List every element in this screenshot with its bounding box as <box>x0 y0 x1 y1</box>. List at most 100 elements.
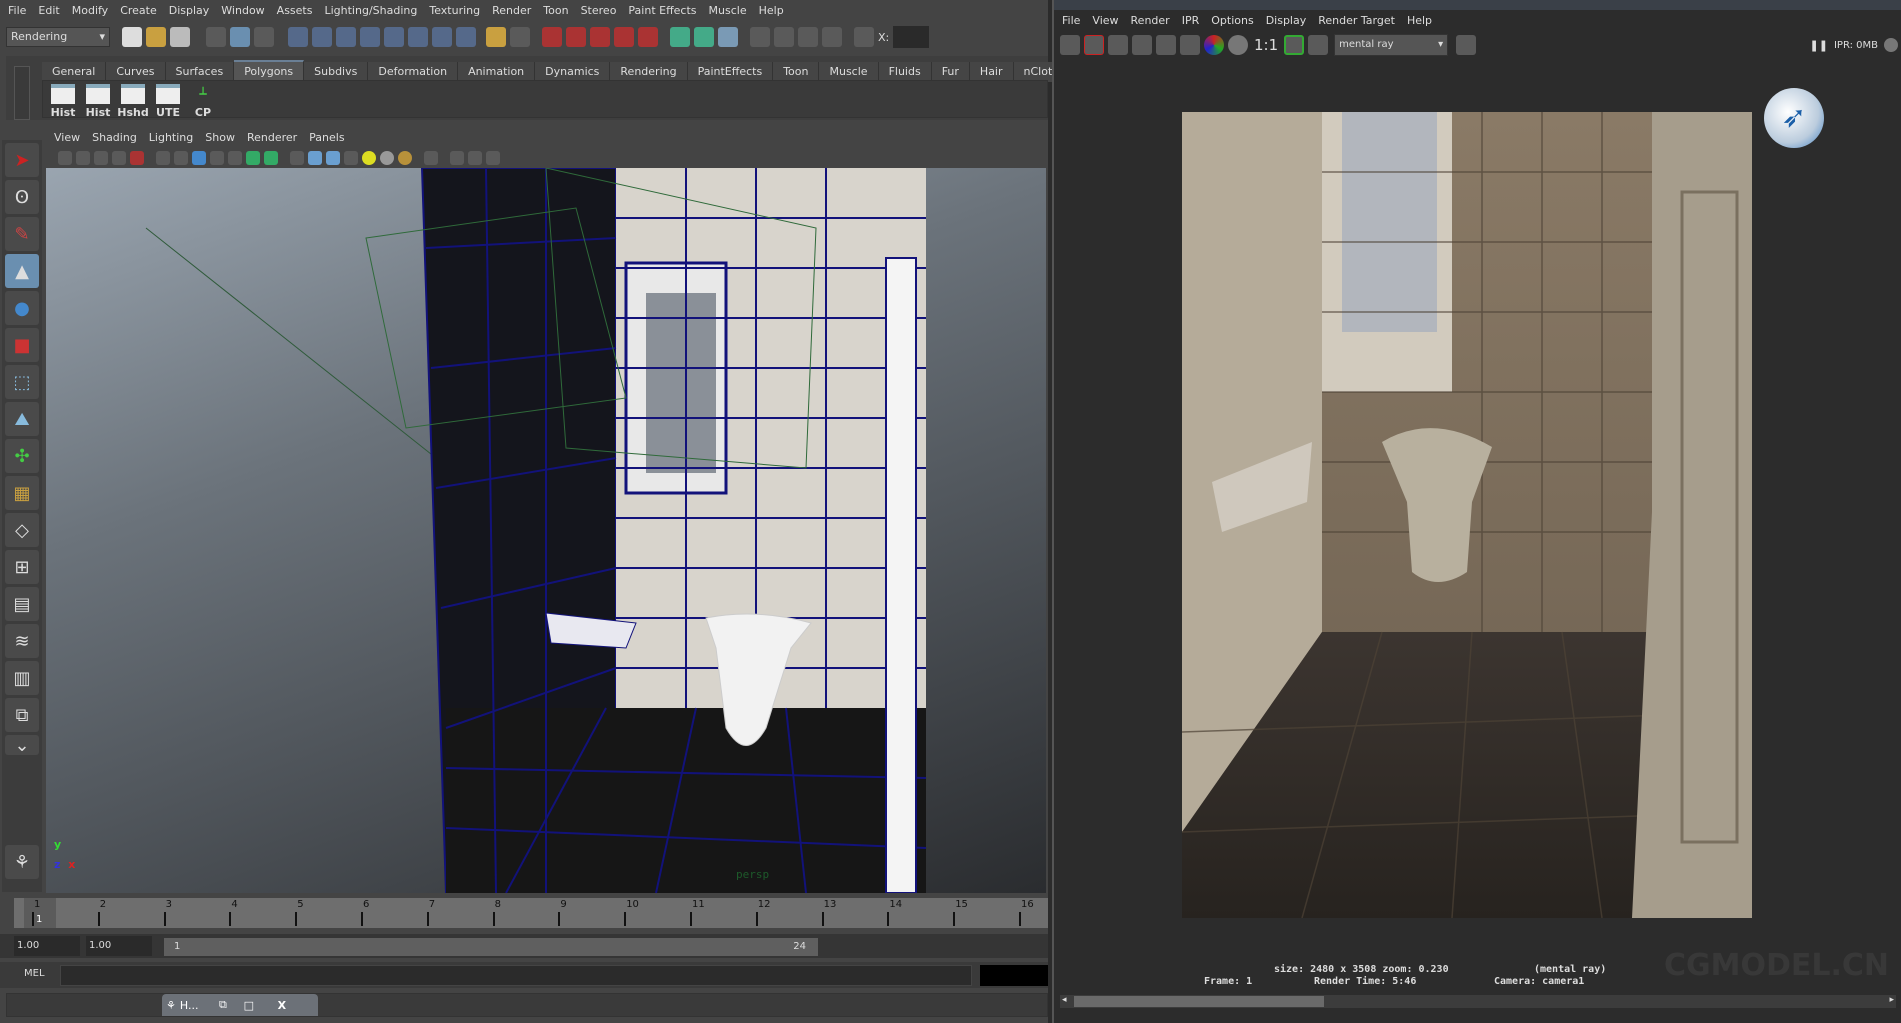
high-quality-icon[interactable] <box>398 151 412 165</box>
outliner-persp-layout-icon[interactable]: ▤ <box>5 587 39 621</box>
x-field[interactable] <box>893 26 930 48</box>
wireframe-icon[interactable] <box>290 151 304 165</box>
pick-vertex-icon[interactable] <box>312 27 332 47</box>
select-component-icon[interactable] <box>254 27 274 47</box>
isolate-select-icon[interactable] <box>424 151 438 165</box>
lasso-tool-icon[interactable]: ʘ <box>5 180 39 214</box>
image-plane-icon[interactable] <box>112 151 126 165</box>
pick-deform-icon[interactable] <box>384 27 404 47</box>
textured-icon[interactable] <box>344 151 358 165</box>
shelf-side-handle[interactable] <box>14 66 30 120</box>
pick-handle-icon[interactable] <box>288 27 308 47</box>
four-view-layout-icon[interactable]: ⊞ <box>5 550 39 584</box>
snap-grid-icon[interactable] <box>542 27 562 47</box>
smooth-shade-icon[interactable] <box>308 151 322 165</box>
select-object-icon[interactable] <box>230 27 250 47</box>
scroll-left-icon[interactable]: ◂ <box>1062 995 1067 1005</box>
snapshot-icon[interactable] <box>1108 35 1128 55</box>
layout-options-icon[interactable]: ⌄ <box>5 735 39 756</box>
perspective-viewport[interactable]: y z x persp <box>46 168 1046 893</box>
pick-dynamics-icon[interactable] <box>408 27 428 47</box>
shelf-tab-dynamics[interactable]: Dynamics <box>535 62 611 82</box>
input-ops-icon[interactable] <box>670 27 690 47</box>
snap-point-icon[interactable] <box>590 27 610 47</box>
snap-live-icon[interactable] <box>638 27 658 47</box>
rv-menu-display[interactable]: Display <box>1260 10 1313 32</box>
snap-plane-icon[interactable] <box>614 27 634 47</box>
input-box-icon[interactable] <box>854 27 874 47</box>
minimized-window[interactable]: ⚘ H... ⧉ □ X <box>162 994 318 1016</box>
rv-menu-render-target[interactable]: Render Target <box>1312 10 1401 32</box>
keep-image-icon[interactable] <box>1284 35 1305 55</box>
rendered-image[interactable] <box>1182 112 1752 918</box>
soft-mod-icon[interactable]: ⛰ <box>5 402 39 436</box>
shelf-tab-animation[interactable]: Animation <box>458 62 536 82</box>
shelf-tab-surfaces[interactable]: Surfaces <box>165 62 235 82</box>
two-d-pan-zoom-icon[interactable] <box>130 151 144 165</box>
renderer-dropdown[interactable]: mental ray ▾ <box>1334 34 1449 56</box>
last-tool-icon[interactable]: ▦ <box>5 476 39 510</box>
remove-image-icon[interactable] <box>1308 35 1329 55</box>
universal-manipulator-icon[interactable]: ⬚ <box>5 365 39 399</box>
ipr-icon[interactable] <box>1132 35 1152 55</box>
show-manipulator-icon[interactable]: ✣ <box>5 439 39 473</box>
shelf-tab-general[interactable]: General <box>42 62 107 82</box>
shelf-tab-deformation[interactable]: Deformation <box>368 62 459 82</box>
shelf-button-ute[interactable]: UTE <box>152 84 184 119</box>
single-perspective-layout-icon[interactable]: ◇ <box>5 513 39 547</box>
save-scene-icon[interactable] <box>170 27 190 47</box>
default-lighting-icon[interactable] <box>362 151 376 165</box>
menu-window[interactable]: Window <box>215 0 270 22</box>
menu-texturing[interactable]: Texturing <box>423 0 486 22</box>
field-chart-icon[interactable] <box>228 151 242 165</box>
shelf-tab-painteffects[interactable]: PaintEffects <box>687 62 774 82</box>
panel-menu-renderer[interactable]: Renderer <box>241 128 303 148</box>
shelf-button-hist[interactable]: Hist <box>47 84 79 119</box>
open-scene-icon[interactable] <box>146 27 166 47</box>
rv-menu-file[interactable]: File <box>1056 10 1086 32</box>
restore-button[interactable]: ⧉ <box>210 998 236 1012</box>
scrollbar-thumb[interactable] <box>1074 996 1324 1007</box>
hypershade-persp-layout-icon[interactable]: ▥ <box>5 661 39 695</box>
pick-curve-icon[interactable] <box>336 27 356 47</box>
render-settings-icon[interactable] <box>822 27 842 47</box>
ipr-render-icon[interactable] <box>798 27 818 47</box>
shelf-tab-fur[interactable]: Fur <box>931 62 970 82</box>
mel-label[interactable]: MEL <box>24 968 45 979</box>
menu-render[interactable]: Render <box>486 0 537 22</box>
shelf-tab-curves[interactable]: Curves <box>106 62 166 82</box>
highlight-selection-icon[interactable] <box>510 27 530 47</box>
lock-icon[interactable] <box>486 27 506 47</box>
menu-toon[interactable]: Toon <box>537 0 574 22</box>
horizontal-scrollbar[interactable]: ◂ ▸ <box>1060 995 1896 1008</box>
panel-menu-view[interactable]: View <box>48 128 86 148</box>
xray-icon[interactable] <box>450 151 464 165</box>
safe-action-icon[interactable] <box>246 151 260 165</box>
rv-menu-render[interactable]: Render <box>1125 10 1176 32</box>
rv-menu-help[interactable]: Help <box>1401 10 1438 32</box>
shelf-tab-hair[interactable]: Hair <box>969 62 1014 82</box>
playback-start-field[interactable]: 1.00 <box>86 936 152 956</box>
menu-muscle[interactable]: Muscle <box>703 0 753 22</box>
rv-menu-view[interactable]: View <box>1086 10 1124 32</box>
render-settings-icon[interactable] <box>1180 35 1200 55</box>
shelf-tab-subdivs[interactable]: Subdivs <box>304 62 369 82</box>
scroll-right-icon[interactable]: ▸ <box>1889 995 1894 1005</box>
rotate-tool-icon[interactable]: ● <box>5 291 39 325</box>
menu-edit[interactable]: Edit <box>32 0 65 22</box>
maya-logo-icon[interactable]: ⚘ <box>5 845 39 879</box>
render-current-icon[interactable] <box>774 27 794 47</box>
shelf-tab-muscle[interactable]: Muscle <box>819 62 879 82</box>
refresh-ipr-icon[interactable] <box>1156 35 1176 55</box>
real-size-button[interactable]: 1:1 <box>1254 36 1278 54</box>
range-slider[interactable]: 1 24 <box>164 938 818 956</box>
shelf-tab-toon[interactable]: Toon <box>773 62 820 82</box>
menu-stereo[interactable]: Stereo <box>575 0 623 22</box>
bookmark-icon[interactable] <box>94 151 108 165</box>
menu-display[interactable]: Display <box>163 0 216 22</box>
menu-modify[interactable]: Modify <box>66 0 114 22</box>
menu-paint-effects[interactable]: Paint Effects <box>622 0 702 22</box>
output-ops-icon[interactable] <box>694 27 714 47</box>
time-slider[interactable]: 1 2 3 4 5 6 7 8 9 10 11 12 13 14 15 16 1 <box>14 898 1048 928</box>
shelf-tab-polygons[interactable]: Polygons <box>234 60 305 82</box>
